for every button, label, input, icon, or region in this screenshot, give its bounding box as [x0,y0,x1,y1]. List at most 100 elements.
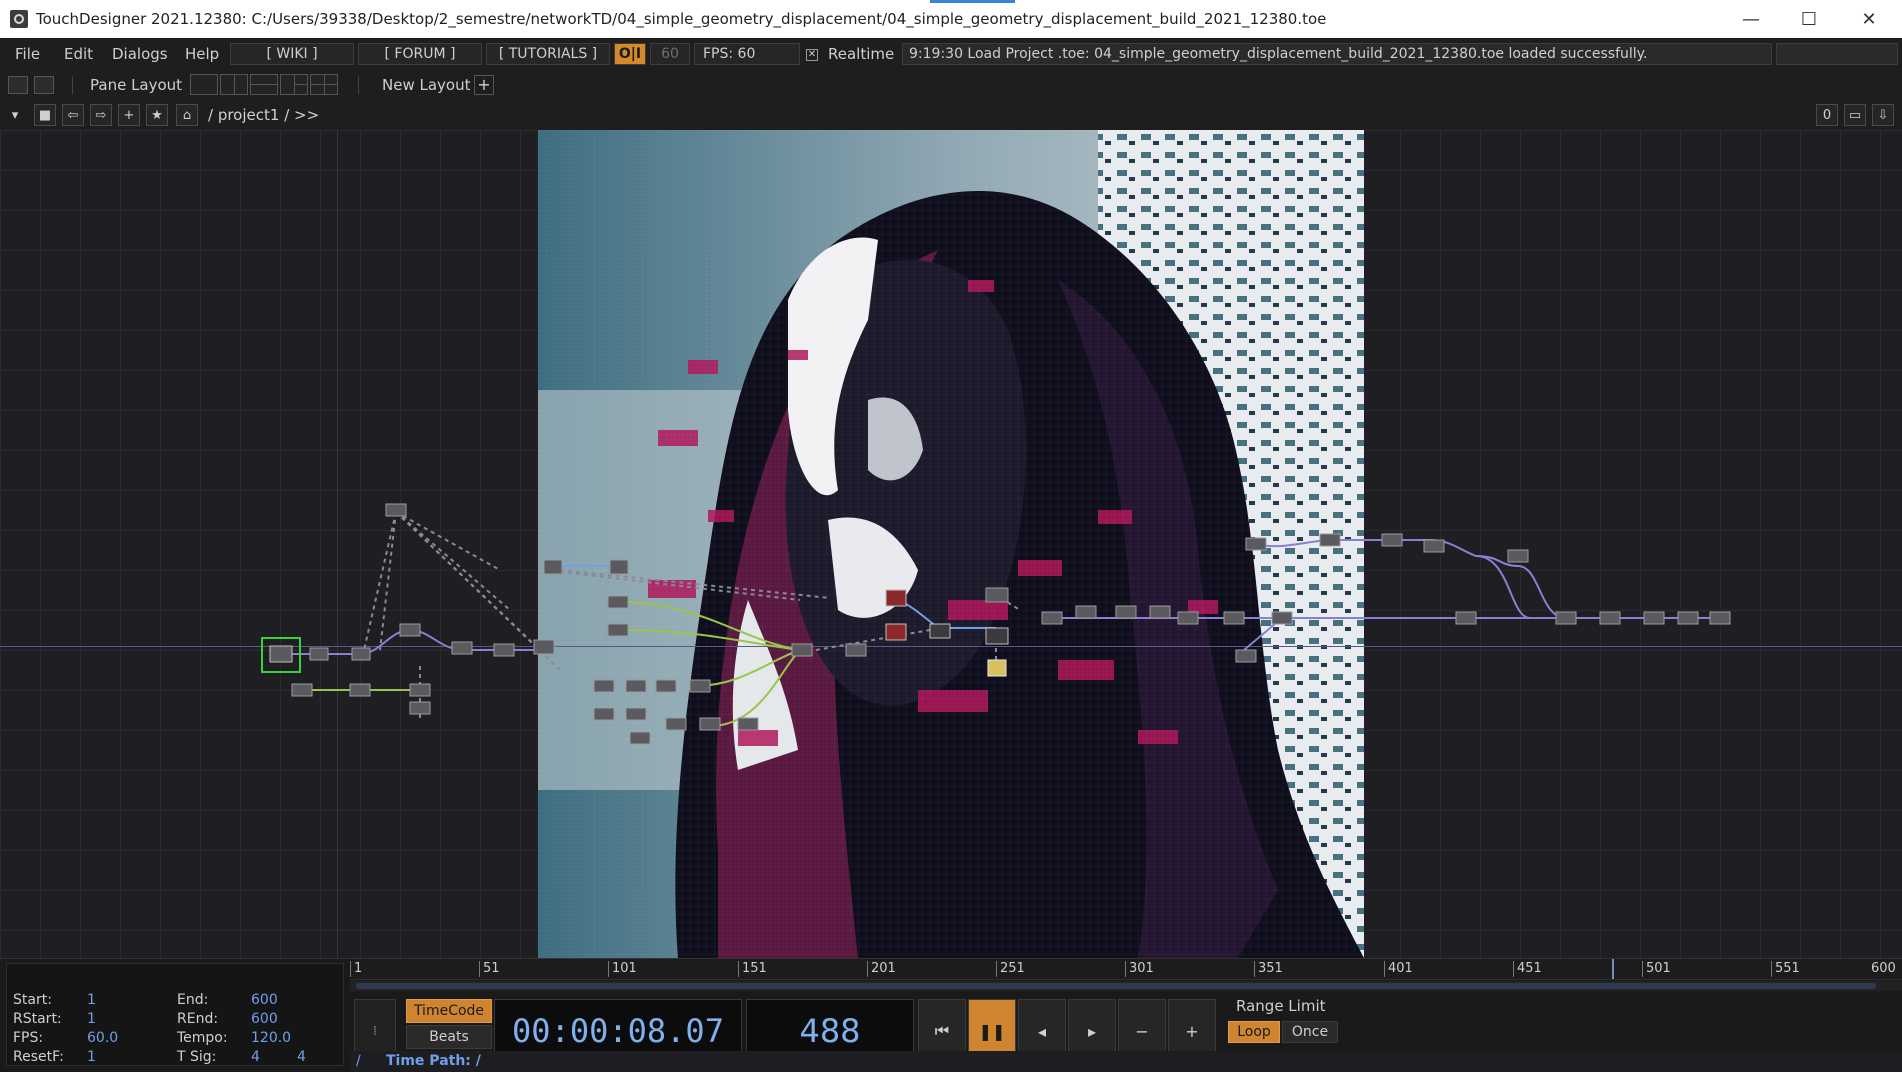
operator-node[interactable] [543,559,563,575]
target-fps-field[interactable]: 60 [650,43,690,65]
back-arrow-icon[interactable]: ⇦ [62,104,84,126]
network-editor[interactable] [0,130,1902,958]
pane-menu-icon[interactable]: ▾ [4,104,26,126]
maximize-button[interactable]: ☐ [1780,0,1838,38]
operator-node[interactable] [1643,611,1665,625]
operator-node[interactable] [1223,611,1245,625]
time-path-root[interactable]: / [356,1053,361,1069]
operator-node[interactable] [493,643,515,657]
operator-node[interactable] [1235,649,1257,663]
operator-node[interactable] [533,639,555,655]
layout-split-horizontal-icon[interactable] [250,74,278,95]
resetf-value[interactable]: 1 [87,1049,96,1065]
tempo-value[interactable]: 120.0 [251,1030,291,1046]
operator-node[interactable] [1041,611,1063,625]
operator-node[interactable] [1423,539,1445,553]
playhead[interactable] [1612,959,1614,979]
operator-node[interactable] [351,647,371,661]
operator-node[interactable] [291,683,313,697]
pane-anchor-icon[interactable] [34,76,54,94]
operator-node[interactable] [399,623,421,637]
operator-node[interactable] [593,707,615,721]
wiki-button[interactable]: [ WIKI ] [230,43,354,65]
operator-node[interactable] [1709,611,1731,625]
star-icon[interactable]: ★ [146,104,168,126]
operator-node[interactable] [1271,611,1293,625]
operator-node[interactable] [929,623,951,639]
operator-node-render[interactable] [885,623,907,641]
pane-image-icon[interactable] [8,76,28,94]
layout-split-vertical-icon[interactable] [220,74,248,95]
operator-node[interactable] [309,647,329,661]
fps-value[interactable]: 60.0 [87,1030,118,1046]
operator-node[interactable] [625,707,647,721]
operator-node[interactable] [1507,549,1529,563]
operator-node[interactable] [1319,533,1341,547]
operator-node[interactable] [1149,605,1171,619]
operator-node[interactable] [699,717,721,731]
operator-node[interactable] [985,627,1009,645]
rstart-value[interactable]: 1 [87,1011,96,1027]
operator-node[interactable] [1245,537,1267,551]
add-operator-icon[interactable]: + [118,104,140,126]
close-button[interactable]: ✕ [1840,0,1898,38]
operator-node[interactable] [737,717,759,731]
menu-file[interactable]: File [15,45,40,63]
minimize-button[interactable]: — [1722,0,1780,38]
import-icon[interactable]: ⇩ [1872,104,1894,126]
operator-node[interactable] [629,731,651,745]
tutorials-button[interactable]: [ TUTORIALS ] [486,43,610,65]
operator-node[interactable] [409,701,431,715]
operator-node[interactable] [625,679,647,693]
operator-node[interactable] [791,643,813,657]
operator-network[interactable] [0,130,1902,958]
rend-value[interactable]: 600 [251,1011,278,1027]
operator-node[interactable] [1599,611,1621,625]
stop-icon[interactable]: ■ [34,104,56,126]
operator-node[interactable] [689,679,711,693]
pane-value-field[interactable]: 0 [1816,104,1838,126]
operator-node[interactable] [269,645,293,663]
new-layout-button[interactable]: + [474,75,494,95]
realtime-checkbox[interactable]: ✕ [806,49,818,61]
operator-node[interactable] [655,679,677,693]
range-bar-fill[interactable] [356,983,1876,989]
maximize-pane-icon[interactable]: ▭ [1844,104,1866,126]
layout-three-pane-icon[interactable] [280,74,308,95]
start-value[interactable]: 1 [87,992,96,1008]
end-value[interactable]: 600 [251,992,278,1008]
operator-node[interactable] [349,683,371,697]
operator-node[interactable] [1677,611,1699,625]
menu-help[interactable]: Help [185,45,219,63]
menu-edit[interactable]: Edit [64,45,93,63]
operator-node[interactable] [845,643,867,657]
operator-node[interactable] [985,587,1009,603]
forward-arrow-icon[interactable]: ⇨ [90,104,112,126]
once-button[interactable]: Once [1282,1021,1338,1043]
tsig-value-a[interactable]: 4 [251,1049,260,1065]
operator-node[interactable] [607,623,629,637]
menu-dialogs[interactable]: Dialogs [112,45,168,63]
operator-node[interactable] [1555,611,1577,625]
operator-node[interactable] [409,683,431,697]
tsig-value-b[interactable]: 4 [297,1049,306,1065]
loop-button[interactable]: Loop [1228,1021,1280,1043]
operator-node[interactable] [385,503,407,517]
cook-toggle-button[interactable]: O|I [614,43,646,65]
operator-node[interactable] [1455,611,1477,625]
layout-four-pane-icon[interactable] [310,74,338,95]
forum-button[interactable]: [ FORUM ] [358,43,482,65]
beats-mode-button[interactable]: Beats [406,1025,492,1049]
operator-node[interactable] [1381,533,1403,547]
operator-node[interactable] [1075,605,1097,619]
operator-node[interactable] [609,559,629,575]
network-path[interactable]: / project1 / >> [208,106,319,124]
operator-node[interactable] [1177,611,1199,625]
layout-single-icon[interactable] [190,74,218,95]
operator-node[interactable] [451,641,473,655]
operator-node[interactable] [593,679,615,693]
operator-node[interactable] [1115,605,1137,619]
timeline-ruler[interactable]: 1 51 101 151 201 251 301 351 401 451 501… [350,959,1902,980]
timecode-mode-button[interactable]: TimeCode [406,999,492,1023]
operator-node-null[interactable] [987,659,1007,677]
